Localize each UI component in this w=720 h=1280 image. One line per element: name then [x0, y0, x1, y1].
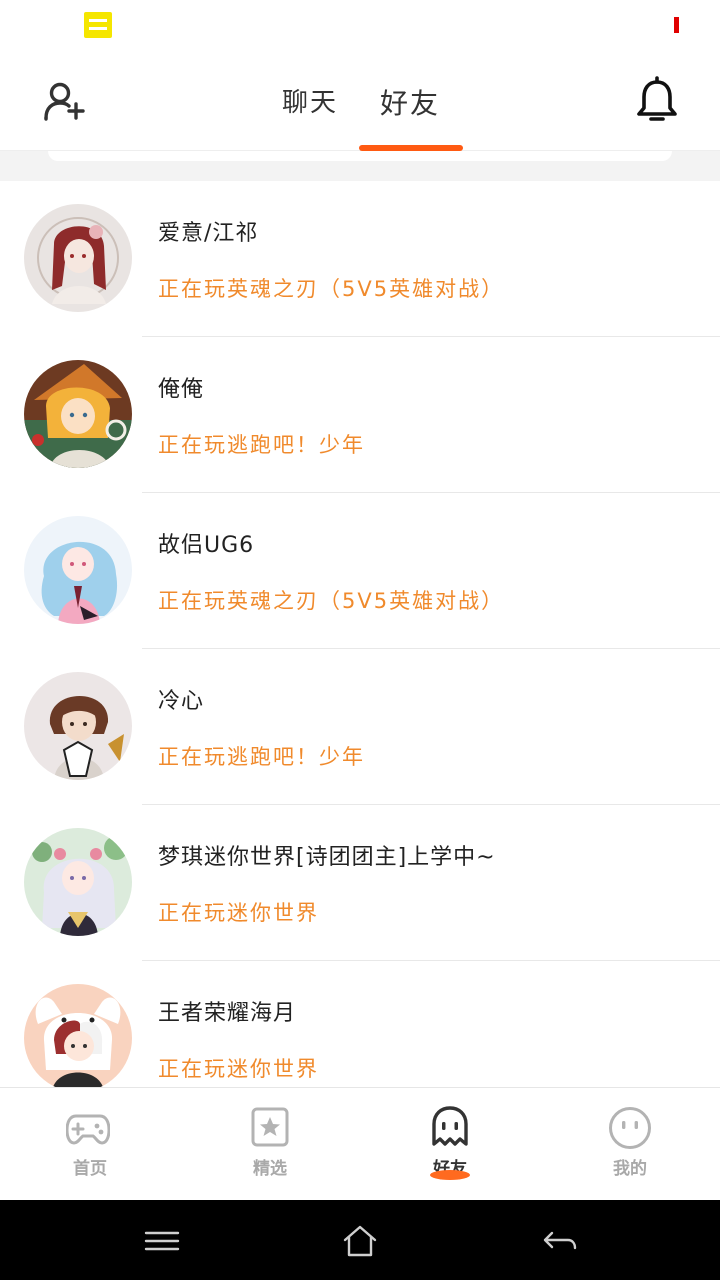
home-icon [343, 1225, 377, 1257]
avatar-girl-red-hair-icon [24, 204, 132, 312]
bottom-navigation: 首页 精选 好友 我的 [0, 1087, 720, 1201]
friend-row[interactable]: 俺俺 正在玩逃跑吧！少年 [0, 337, 720, 493]
avatar-girl-white-hair-icon [24, 828, 132, 936]
nav-friends[interactable]: 好友 [360, 1088, 540, 1201]
friend-row[interactable]: 爱意/江祁 正在玩英魂之刃（5V5英雄对战） [0, 181, 720, 337]
friend-status: 正在玩逃跑吧！少年 [158, 745, 365, 769]
avatar[interactable] [24, 516, 132, 624]
notification-button[interactable] [634, 76, 680, 126]
notification-app-icon [84, 12, 112, 38]
nav-home-label: 首页 [73, 1159, 107, 1179]
friend-name: 梦琪迷你世界[诗团团主]上学中~ [158, 845, 496, 870]
add-user-icon [44, 82, 85, 121]
friend-name: 故侣UG6 [158, 533, 255, 558]
nav-home[interactable]: 首页 [0, 1088, 180, 1201]
avatar-girl-witch-hat-icon [24, 360, 132, 468]
avatar-boy-brown-hair-icon [24, 672, 132, 780]
avatar-girl-blue-hair-icon [24, 516, 132, 624]
avatar[interactable] [24, 984, 132, 1087]
search-card-edge [48, 151, 672, 161]
star-badge-icon [251, 1107, 289, 1147]
avatar[interactable] [24, 360, 132, 468]
friend-status: 正在玩英魂之刃（5V5英雄对战） [158, 589, 505, 613]
avatar[interactable] [24, 204, 132, 312]
top-header: 聊天 好友 [0, 52, 720, 151]
nav-featured[interactable]: 精选 [180, 1088, 360, 1201]
friend-list[interactable]: 爱意/江祁 正在玩英魂之刃（5V5英雄对战） 俺俺 正在玩逃跑吧！少年 故侣UG… [0, 181, 720, 1087]
friend-row[interactable]: 王者荣耀海月 正在玩迷你世界 [0, 961, 720, 1087]
menu-button[interactable] [142, 1224, 182, 1258]
nav-featured-label: 精选 [253, 1159, 287, 1179]
tab-chat[interactable]: 聊天 [282, 82, 338, 119]
bell-icon [637, 76, 677, 121]
back-button[interactable] [540, 1224, 580, 1258]
friend-status: 正在玩逃跑吧！少年 [158, 433, 365, 457]
add-friend-button[interactable] [40, 78, 88, 126]
battery-icon [674, 17, 679, 33]
friend-status: 正在玩迷你世界 [158, 1057, 319, 1081]
home-button[interactable] [340, 1224, 380, 1258]
friend-status: 正在玩迷你世界 [158, 901, 319, 925]
active-nav-indicator [430, 1170, 470, 1180]
friend-name: 俺俺 [158, 377, 205, 402]
avatar-boy-bunny-hood-icon [24, 984, 132, 1087]
friend-status: 正在玩英魂之刃（5V5英雄对战） [158, 277, 505, 301]
smiley-icon [609, 1107, 651, 1149]
avatar[interactable] [24, 828, 132, 936]
nav-profile[interactable]: 我的 [540, 1088, 720, 1201]
nav-profile-label: 我的 [613, 1159, 647, 1179]
friend-name: 王者荣耀海月 [158, 1001, 297, 1026]
system-navigation-bar [0, 1200, 720, 1280]
tab-friends[interactable]: 好友 [380, 82, 440, 122]
back-arrow-icon [543, 1231, 577, 1250]
ghost-icon [432, 1106, 468, 1146]
friend-row[interactable]: 冷心 正在玩逃跑吧！少年 [0, 649, 720, 805]
section-separator [0, 151, 720, 181]
status-bar [0, 0, 720, 52]
avatar[interactable] [24, 672, 132, 780]
gamepad-icon [66, 1114, 110, 1145]
friend-row[interactable]: 梦琪迷你世界[诗团团主]上学中~ 正在玩迷你世界 [0, 805, 720, 961]
friend-name: 冷心 [158, 689, 205, 714]
friend-name: 爱意/江祁 [158, 221, 259, 246]
menu-icon [144, 1231, 180, 1251]
friend-row[interactable]: 故侣UG6 正在玩英魂之刃（5V5英雄对战） [0, 493, 720, 649]
